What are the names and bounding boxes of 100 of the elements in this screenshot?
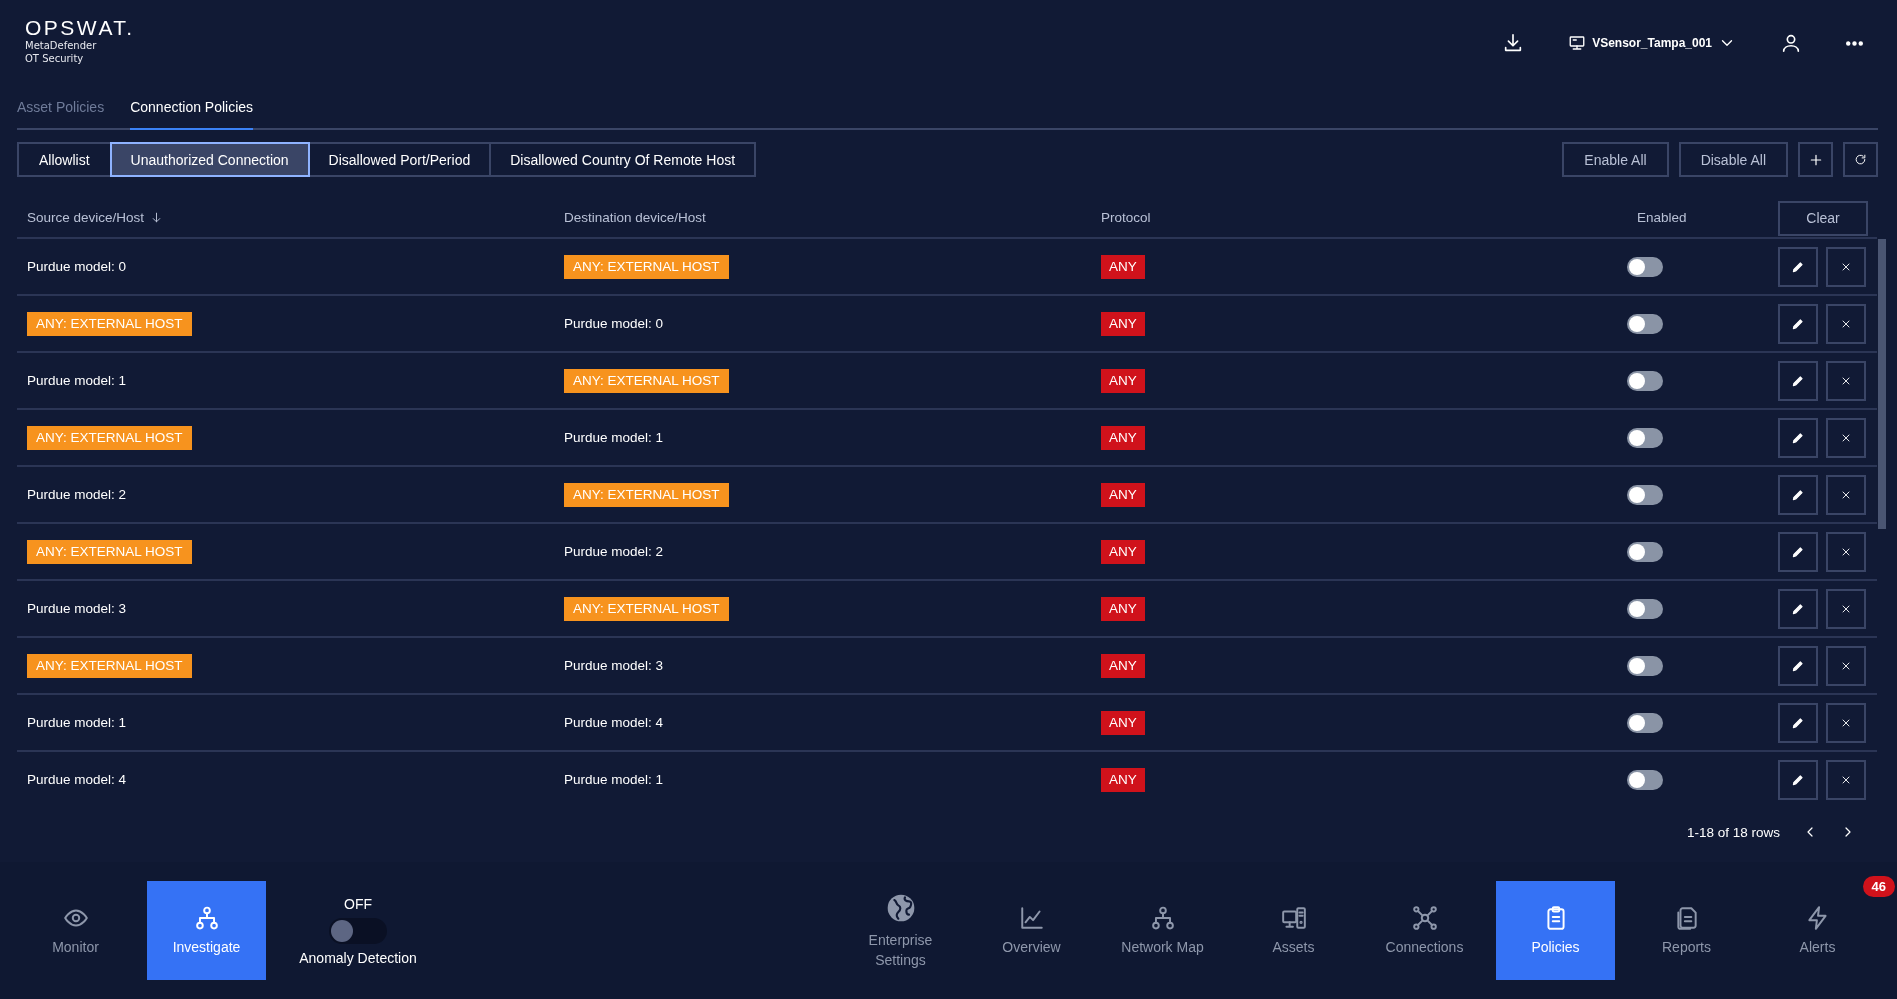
enabled-toggle[interactable] (1627, 484, 1663, 505)
computer-icon (1280, 904, 1307, 931)
host-tag: ANY: EXTERNAL HOST (27, 311, 192, 336)
pencil-icon (1791, 373, 1805, 388)
brand-logo: OPSWAT. (25, 17, 135, 39)
host-name: Purdue model: 1 (27, 373, 127, 388)
clear-button[interactable]: Clear (1778, 200, 1868, 236)
protocol-tag: ANY (1101, 767, 1145, 792)
host-name: Purdue model: 2 (564, 544, 664, 559)
policy-type-tab[interactable]: Disallowed Port/Period (307, 142, 492, 177)
pencil-icon (1791, 487, 1805, 502)
protocol-tag: ANY (1101, 482, 1145, 507)
host-name: Purdue model: 4 (27, 772, 127, 787)
edit-button[interactable] (1778, 474, 1818, 515)
enabled-toggle[interactable] (1627, 769, 1663, 790)
enabled-toggle[interactable] (1627, 598, 1663, 619)
enabled-toggle[interactable] (1627, 712, 1663, 733)
enabled-toggle[interactable] (1627, 655, 1663, 676)
disable-all-button[interactable]: Disable All (1678, 142, 1788, 177)
pagination-info: 1-18 of 18 rows (1686, 824, 1780, 840)
nav-item[interactable]: Assets (1234, 881, 1353, 980)
refresh-icon (1854, 153, 1867, 166)
host-tag: ANY: EXTERNAL HOST (27, 653, 192, 678)
protocol-tag: ANY (1101, 653, 1145, 678)
enabled-toggle[interactable] (1627, 427, 1663, 448)
hierarchy-icon (193, 904, 220, 931)
network-icon (1149, 904, 1176, 931)
host-tag: ANY: EXTERNAL HOST (27, 539, 192, 564)
host-tag: ANY: EXTERNAL HOST (564, 596, 729, 621)
product-name: MetaDefender (25, 39, 98, 52)
enabled-toggle[interactable] (1627, 256, 1663, 277)
tab[interactable]: Asset Policies (17, 85, 105, 130)
column-header[interactable]: Enabled (1637, 209, 1687, 225)
protocol-tag: ANY (1101, 596, 1145, 621)
host-name: Purdue model: 3 (27, 601, 127, 616)
enabled-toggle[interactable] (1627, 541, 1663, 562)
policy-type-tab[interactable]: Allowlist (17, 142, 112, 177)
nav-item[interactable]: Connections (1365, 881, 1484, 980)
scrollbar[interactable] (1878, 239, 1886, 529)
enable-all-button[interactable]: Enable All (1562, 142, 1669, 177)
toggle-label: Anomaly Detection (299, 949, 417, 966)
pencil-icon (1791, 772, 1805, 787)
host-name: Purdue model: 1 (564, 772, 664, 787)
nav-item[interactable]: Policies (1496, 881, 1615, 980)
pencil-icon (1791, 544, 1805, 559)
tab[interactable]: Connection Policies (130, 85, 254, 130)
protocol-tag: ANY (1101, 710, 1145, 735)
host-name: Purdue model: 3 (564, 658, 664, 673)
host-name: Purdue model: 1 (564, 430, 664, 445)
column-header[interactable]: Source device/Host (27, 209, 164, 225)
column-header[interactable]: Protocol (1101, 209, 1151, 225)
enabled-toggle[interactable] (1627, 370, 1663, 391)
sensor-selector[interactable]: VSensor_Tampa_001 (1564, 30, 1740, 56)
product-subtitle: OT Security (25, 52, 85, 65)
protocol-tag: ANY (1101, 254, 1145, 279)
add-button[interactable] (1798, 142, 1833, 177)
edit-button[interactable] (1778, 360, 1818, 401)
nav-item[interactable]: Enterprise Settings (841, 881, 960, 980)
host-name: Purdue model: 1 (27, 715, 127, 730)
host-tag: ANY: EXTERNAL HOST (564, 368, 729, 393)
edit-button[interactable] (1778, 417, 1818, 458)
toggle-state-label: OFF (344, 895, 372, 912)
column-header[interactable]: Destination device/Host (564, 209, 706, 225)
edit-button[interactable] (1778, 531, 1818, 572)
pencil-icon (1791, 259, 1805, 274)
nav-item[interactable]: Reports (1627, 881, 1746, 980)
alert-count-badge: 46 (1862, 876, 1895, 897)
edit-button[interactable] (1778, 645, 1818, 686)
protocol-tag: ANY (1101, 311, 1145, 336)
nav-item[interactable]: Monitor (16, 881, 135, 980)
policy-type-tab[interactable]: Unauthorized Connection (109, 142, 310, 177)
nav-item[interactable]: Network Map (1103, 881, 1222, 980)
pencil-icon (1791, 658, 1805, 673)
host-name: Purdue model: 2 (27, 487, 127, 502)
host-name: Purdue model: 0 (564, 316, 664, 331)
host-tag: ANY: EXTERNAL HOST (27, 425, 192, 450)
pencil-icon (1791, 601, 1805, 616)
hub-icon (1411, 904, 1438, 931)
edit-button[interactable] (1778, 303, 1818, 344)
edit-button[interactable] (1778, 702, 1818, 743)
pencil-icon (1791, 316, 1805, 331)
line-chart-icon (1018, 904, 1045, 931)
edit-button[interactable] (1778, 246, 1818, 287)
protocol-tag: ANY (1101, 539, 1145, 564)
enabled-toggle[interactable] (1627, 313, 1663, 334)
host-name: Purdue model: 0 (27, 259, 127, 274)
nav-item[interactable]: Investigate (147, 881, 266, 980)
policy-type-tab[interactable]: Disallowed Country Of Remote Host (489, 142, 757, 177)
more-icon (1846, 40, 1863, 46)
nav-item[interactable]: Overview (972, 881, 1091, 980)
pencil-icon (1791, 715, 1805, 730)
edit-button[interactable] (1778, 588, 1818, 629)
refresh-button[interactable] (1843, 142, 1878, 177)
edit-button[interactable] (1778, 759, 1818, 800)
host-name: Purdue model: 4 (564, 715, 664, 730)
host-tag: ANY: EXTERNAL HOST (564, 482, 729, 507)
monitor-icon (1568, 34, 1587, 52)
protocol-tag: ANY (1101, 368, 1145, 393)
anomaly-detection-toggle[interactable] (329, 917, 387, 944)
user-icon (1780, 32, 1802, 54)
